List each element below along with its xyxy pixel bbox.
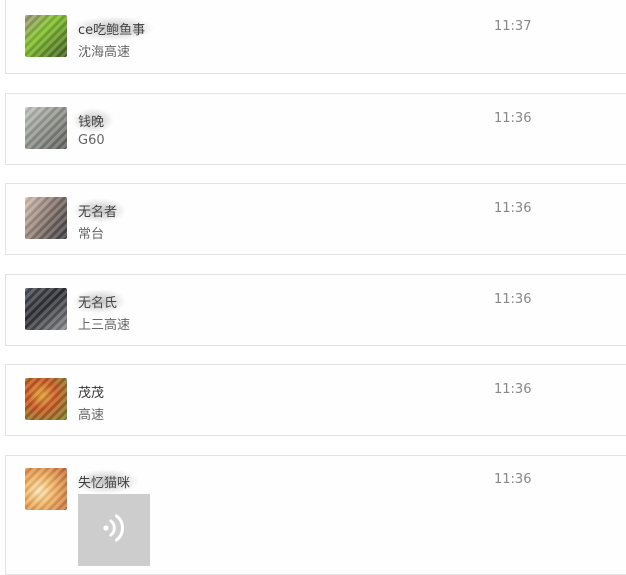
message-card[interactable]: 钱晚 G60 11:36 bbox=[5, 93, 626, 165]
sender-name: ce吃鲍鱼事 bbox=[72, 16, 156, 41]
avatar[interactable] bbox=[25, 197, 67, 239]
sender-name: 无名者 bbox=[72, 198, 128, 223]
voice-wave-icon bbox=[97, 511, 131, 549]
message-card[interactable]: 无名者 常台 11:36 bbox=[5, 183, 626, 255]
message-card[interactable]: 无名氏 上三高速 11:36 bbox=[5, 274, 626, 346]
avatar[interactable] bbox=[25, 378, 67, 420]
timestamp: 11:36 bbox=[494, 292, 532, 307]
message-text: 常台 bbox=[78, 227, 105, 242]
timestamp: 11:36 bbox=[494, 382, 532, 397]
message-text: 沈海高速 bbox=[78, 45, 131, 60]
sender-name: 茂茂 bbox=[78, 386, 105, 401]
sender-name: 失忆猫咪 bbox=[72, 469, 141, 494]
sender-name: 无名氏 bbox=[72, 289, 128, 314]
avatar[interactable] bbox=[25, 107, 67, 149]
avatar[interactable] bbox=[25, 468, 67, 510]
sender-name: 钱晚 bbox=[72, 108, 115, 133]
avatar[interactable] bbox=[25, 15, 67, 57]
message-card[interactable]: ce吃鲍鱼事 沈海高速 11:37 bbox=[5, 0, 626, 74]
avatar[interactable] bbox=[25, 288, 67, 330]
timestamp: 11:36 bbox=[494, 201, 532, 216]
message-text: 高速 bbox=[78, 408, 105, 423]
voice-message[interactable] bbox=[78, 494, 150, 566]
message-text: 上三高速 bbox=[78, 318, 131, 333]
timestamp: 11:37 bbox=[494, 19, 532, 34]
timestamp: 11:36 bbox=[494, 472, 532, 487]
message-card[interactable]: 失忆猫咪 11:36 bbox=[5, 455, 626, 575]
message-card[interactable]: 茂茂 高速 11:36 bbox=[5, 364, 626, 436]
timestamp: 11:36 bbox=[494, 111, 532, 126]
message-text: G60 bbox=[78, 133, 105, 148]
